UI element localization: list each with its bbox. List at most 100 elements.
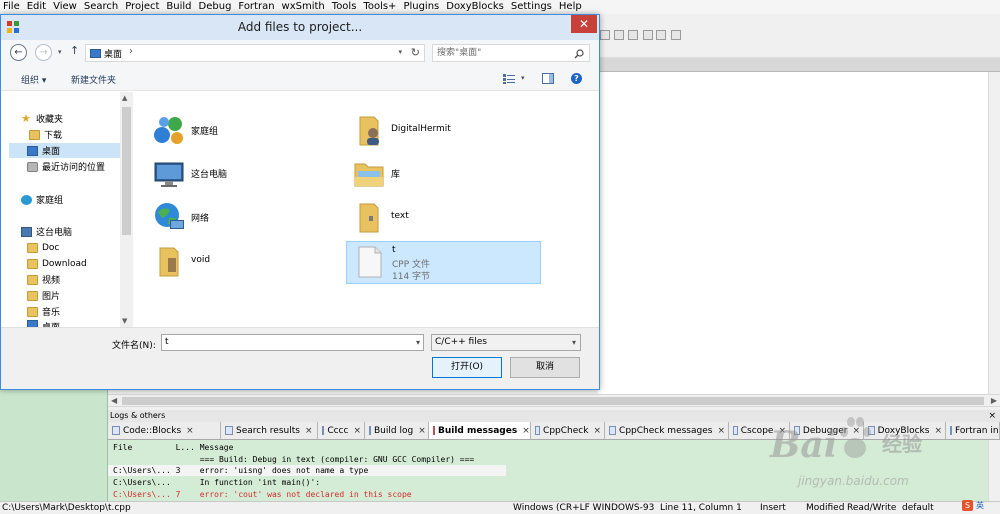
nav-item-favorites[interactable]: ★ 收藏夹 <box>21 111 63 126</box>
nav-item-download[interactable]: Download <box>27 256 87 271</box>
code-editor[interactable] <box>598 72 988 394</box>
build-messages-list[interactable]: File L... Message === Build: Debug in te… <box>108 440 988 501</box>
scroll-down-icon[interactable]: ▼ <box>122 317 127 325</box>
close-icon[interactable]: × <box>522 426 530 436</box>
log-row[interactable]: C:\Users\... 3 error: 'uisng' does not n… <box>108 465 506 476</box>
nav-item-pictures[interactable]: 图片 <box>27 288 60 303</box>
address-dropdown-icon[interactable]: ▾ <box>398 48 402 56</box>
log-row[interactable]: === Build: Debug in text (compiler: GNU … <box>108 454 506 465</box>
chevron-down-icon[interactable]: ▾ <box>416 335 420 350</box>
tab-doxyblocks[interactable]: DoxyBlocks × <box>864 422 946 439</box>
uncomment-icon[interactable] <box>628 30 638 40</box>
nav-item-music[interactable]: 音乐 <box>27 304 60 319</box>
cancel-button[interactable]: 取消 <box>510 357 580 378</box>
search-icon[interactable] <box>574 49 584 59</box>
file-item-this-pc[interactable]: 这台电脑 <box>144 152 339 194</box>
menu-help[interactable]: Help <box>559 0 582 14</box>
close-icon[interactable]: × <box>717 426 725 436</box>
wrench-icon[interactable] <box>671 30 681 40</box>
close-icon[interactable]: × <box>852 426 860 436</box>
nav-item-desktop[interactable]: 桌面 <box>9 143 120 158</box>
tab-build-log[interactable]: Build log × <box>365 422 429 439</box>
menu-tools-plus[interactable]: Tools+ <box>363 0 396 14</box>
tab-cppcheck-messages[interactable]: CppCheck messages × <box>605 422 729 439</box>
address-bar[interactable]: 桌面 › ▾ ↻ <box>85 44 425 62</box>
close-icon[interactable]: × <box>778 426 786 436</box>
dialog-title-bar[interactable]: Add files to project... ✕ <box>1 15 599 40</box>
file-item-library[interactable]: 库 <box>344 152 539 194</box>
nav-item-downloads[interactable]: 下载 <box>29 127 62 142</box>
open-button[interactable]: 打开(O) <box>432 357 502 378</box>
editor-vertical-scrollbar[interactable] <box>988 72 1000 394</box>
dialog-close-button[interactable]: ✕ <box>571 15 597 33</box>
logs-close-icon[interactable]: × <box>988 410 996 422</box>
new-folder-button[interactable]: 新建文件夹 <box>71 73 116 86</box>
close-icon[interactable]: × <box>305 426 313 436</box>
file-item-t-cpp[interactable]: t CPP 文件 114 字节 <box>346 241 541 284</box>
nav-pane-scrollbar[interactable]: ▲ ▼ <box>120 92 133 327</box>
file-item-void[interactable]: void <box>144 240 339 282</box>
preview-pane-icon[interactable] <box>542 73 554 84</box>
menu-file[interactable]: File <box>3 0 20 14</box>
filename-input[interactable]: t ▾ <box>161 334 424 351</box>
file-item-text[interactable]: text <box>344 196 539 238</box>
view-dropdown-icon[interactable]: ▾ <box>521 74 525 82</box>
tab-build-messages[interactable]: Build messages × <box>429 422 531 439</box>
menu-doxyblocks[interactable]: DoxyBlocks <box>446 0 504 14</box>
scroll-left-icon[interactable]: ◀ <box>111 395 117 407</box>
view-options-icon[interactable] <box>503 74 515 84</box>
tab-codeblocks[interactable]: Code::Blocks × <box>108 422 221 439</box>
menu-debug[interactable]: Debug <box>199 0 232 14</box>
close-icon[interactable]: × <box>353 426 361 436</box>
organize-button[interactable]: 组织 ▾ <box>21 73 46 86</box>
tab-debugger[interactable]: Debugger × <box>790 422 864 439</box>
tab-fortran-info[interactable]: Fortran in <box>946 422 1000 439</box>
refresh-icon[interactable]: ↻ <box>411 46 420 59</box>
doc-icon[interactable] <box>643 30 653 40</box>
filetype-select[interactable]: C/C++ files ▾ <box>431 334 581 351</box>
forward-arrow-icon[interactable]: → <box>35 44 52 61</box>
close-icon[interactable]: × <box>934 426 942 436</box>
close-icon[interactable]: × <box>593 426 601 436</box>
tab-cscope[interactable]: Cscope × <box>729 422 790 439</box>
nav-item-desktop-2[interactable]: 桌面 <box>27 320 60 327</box>
scroll-right-icon[interactable]: ▶ <box>991 395 997 407</box>
tab-cppcheck[interactable]: CppCheck × <box>531 422 605 439</box>
editor-horizontal-scrollbar[interactable]: ◀ ▶ <box>108 394 1000 407</box>
up-arrow-icon[interactable]: ↑ <box>70 44 79 57</box>
scroll-thumb[interactable] <box>122 107 131 235</box>
menu-search[interactable]: Search <box>84 0 118 14</box>
menu-tools[interactable]: Tools <box>332 0 357 14</box>
recent-locations-chevron-icon[interactable]: ▾ <box>58 48 62 56</box>
tab-search-results[interactable]: Search results × <box>221 422 318 439</box>
scroll-up-icon[interactable]: ▲ <box>122 94 127 102</box>
scroll-thumb[interactable] <box>122 397 984 405</box>
menu-fortran[interactable]: Fortran <box>238 0 274 14</box>
menu-build[interactable]: Build <box>166 0 191 14</box>
menu-edit[interactable]: Edit <box>27 0 46 14</box>
log-row[interactable]: C:\Users\... 7 error: 'cout' was not dec… <box>108 489 506 500</box>
nav-item-doc[interactable]: Doc <box>27 240 59 255</box>
menu-project[interactable]: Project <box>125 0 159 14</box>
help-icon[interactable] <box>656 30 666 40</box>
green-arrow-icon[interactable] <box>600 30 610 40</box>
tab-cccc[interactable]: Cccc × <box>318 422 365 439</box>
breadcrumb-separator[interactable]: › <box>129 46 133 57</box>
ime-indicator[interactable]: S 英 <box>960 500 998 512</box>
menu-wxsmith[interactable]: wxSmith <box>282 0 325 14</box>
close-icon[interactable]: × <box>186 426 194 436</box>
address-path-item[interactable]: 桌面 <box>104 47 122 60</box>
menu-settings[interactable]: Settings <box>511 0 552 14</box>
logs-vertical-scrollbar[interactable] <box>988 440 1000 501</box>
menu-view[interactable]: View <box>53 0 77 14</box>
search-input[interactable]: 搜索"桌面" <box>432 44 590 62</box>
file-item-network[interactable]: 网络 <box>144 196 339 238</box>
help-icon[interactable]: ? <box>571 73 582 84</box>
file-item-homegroup[interactable]: 家庭组 <box>144 109 339 151</box>
nav-item-recent[interactable]: 最近访问的位置 <box>27 159 105 174</box>
nav-item-videos[interactable]: 视频 <box>27 272 60 287</box>
back-arrow-icon[interactable]: ← <box>10 44 27 61</box>
chevron-down-icon[interactable]: ▾ <box>572 335 576 350</box>
file-item-digitalhermit[interactable]: DigitalHermit <box>344 109 539 151</box>
nav-item-this-pc[interactable]: 这台电脑 <box>21 224 72 239</box>
